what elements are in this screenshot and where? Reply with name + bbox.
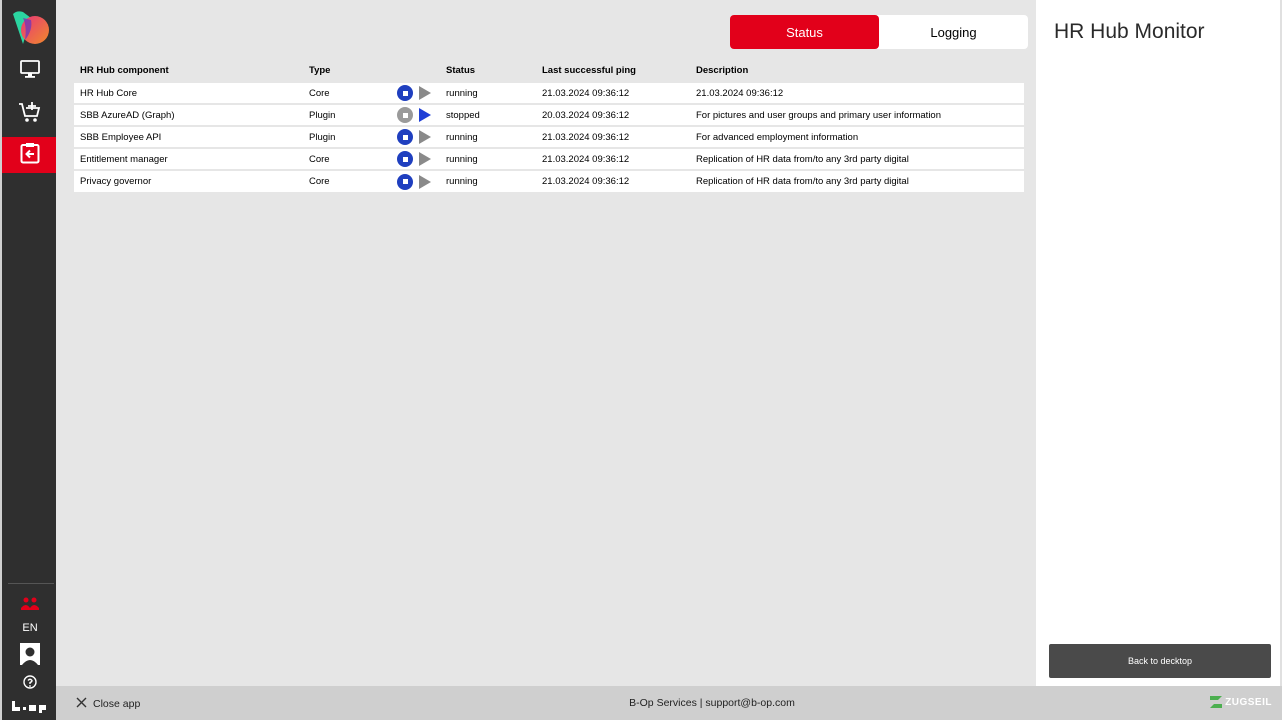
play-icon[interactable] [419, 86, 431, 100]
header-last-ping: Last successful ping [542, 65, 636, 76]
zugseil-logo: ZUGSEIL [1210, 696, 1272, 708]
cell-status: running [440, 147, 536, 170]
cell-ping: 20.03.2024 09:36:12 [536, 103, 690, 126]
view-tabs: Status Logging [730, 15, 1028, 49]
desktop-button[interactable] [2, 53, 58, 89]
help-button[interactable] [2, 667, 58, 703]
cell-controls [391, 103, 440, 126]
cell-ping: 21.03.2024 09:36:12 [536, 81, 690, 104]
cell-description: Replication of HR data from/to any 3rd p… [690, 169, 1024, 192]
user-icon [20, 642, 40, 670]
cell-component: Privacy governor [74, 169, 303, 192]
hr-hub-button[interactable] [2, 137, 58, 173]
table-row: HR Hub Core Core running 21.03.2024 09:3… [74, 81, 1024, 104]
stop-icon[interactable] [397, 173, 413, 190]
bop-brand-logo [12, 700, 46, 718]
tab-status[interactable]: Status [730, 15, 879, 49]
cell-ping: 21.03.2024 09:36:12 [536, 147, 690, 170]
cell-controls [391, 169, 440, 192]
header-component: HR Hub component [80, 65, 169, 76]
app-logo[interactable] [11, 10, 51, 46]
zugseil-label: ZUGSEIL [1225, 696, 1272, 708]
side-panel: HR Hub Monitor Back to decktop [1036, 0, 1282, 686]
header-description: Description [696, 65, 749, 76]
main-content: Status Logging HR Hub component Type Sta… [56, 0, 1036, 686]
cell-type: Core [303, 147, 391, 170]
support-info: B-Op Services | support@b-op.com [629, 697, 795, 709]
components-table: HR Hub component Type Status Last succes… [74, 60, 1024, 192]
back-to-desktop-button[interactable]: Back to decktop [1049, 644, 1271, 678]
table-row: SBB AzureAD (Graph) Plugin stopped 20.03… [74, 103, 1024, 126]
table-row: SBB Employee API Plugin running 21.03.20… [74, 125, 1024, 148]
cell-status: running [440, 81, 536, 104]
team-icon [21, 596, 39, 617]
cell-component: SBB AzureAD (Graph) [74, 103, 303, 126]
cell-ping: 21.03.2024 09:36:12 [536, 169, 690, 192]
play-icon[interactable] [419, 108, 431, 122]
header-status: Status [446, 65, 476, 76]
cell-component: HR Hub Core [74, 81, 303, 104]
cell-component: Entitlement manager [74, 147, 303, 170]
cell-description: For advanced employment information [690, 125, 1024, 148]
cell-component: SBB Employee API [74, 125, 303, 148]
table-row: Privacy governor Core running 21.03.2024… [74, 169, 1024, 192]
stop-icon[interactable] [397, 107, 413, 123]
cell-controls [391, 81, 440, 104]
cell-status: running [440, 125, 536, 148]
cell-description: For pictures and user groups and primary… [690, 103, 1024, 126]
stop-icon[interactable] [397, 85, 413, 101]
help-icon [22, 674, 38, 696]
cell-type: Plugin [303, 125, 391, 148]
shop-button[interactable] [2, 97, 58, 133]
cell-controls [391, 125, 440, 148]
cell-ping: 21.03.2024 09:36:12 [536, 125, 690, 148]
team-button[interactable] [2, 588, 58, 624]
desktop-icon [20, 59, 40, 83]
stop-icon[interactable] [397, 151, 413, 167]
panel-title: HR Hub Monitor [1054, 20, 1205, 43]
cell-status: running [440, 169, 536, 192]
tab-logging[interactable]: Logging [879, 15, 1028, 49]
sidebar-divider [8, 583, 54, 584]
table-row: Entitlement manager Core running 21.03.2… [74, 147, 1024, 170]
cell-controls [391, 147, 440, 170]
cell-type: Plugin [303, 103, 391, 126]
cell-type: Core [303, 81, 391, 104]
stop-icon[interactable] [397, 129, 413, 145]
play-icon[interactable] [419, 152, 431, 166]
cell-type: Core [303, 169, 391, 192]
header-type: Type [309, 65, 331, 76]
add-to-cart-icon [18, 101, 42, 130]
language-selector[interactable]: EN [2, 622, 58, 634]
footer: Close app B-Op Services | support@b-op.c… [56, 686, 1282, 720]
table-header-row: HR Hub component Type Status Last succes… [74, 60, 1024, 82]
sidebar: EN [0, 0, 58, 720]
header-controls [391, 60, 440, 82]
play-icon[interactable] [419, 174, 431, 189]
play-icon[interactable] [419, 130, 431, 144]
cell-status: stopped [440, 103, 536, 126]
cell-description: 21.03.2024 09:36:12 [690, 81, 1024, 104]
cell-description: Replication of HR data from/to any 3rd p… [690, 147, 1024, 170]
clipboard-back-icon [20, 142, 40, 169]
